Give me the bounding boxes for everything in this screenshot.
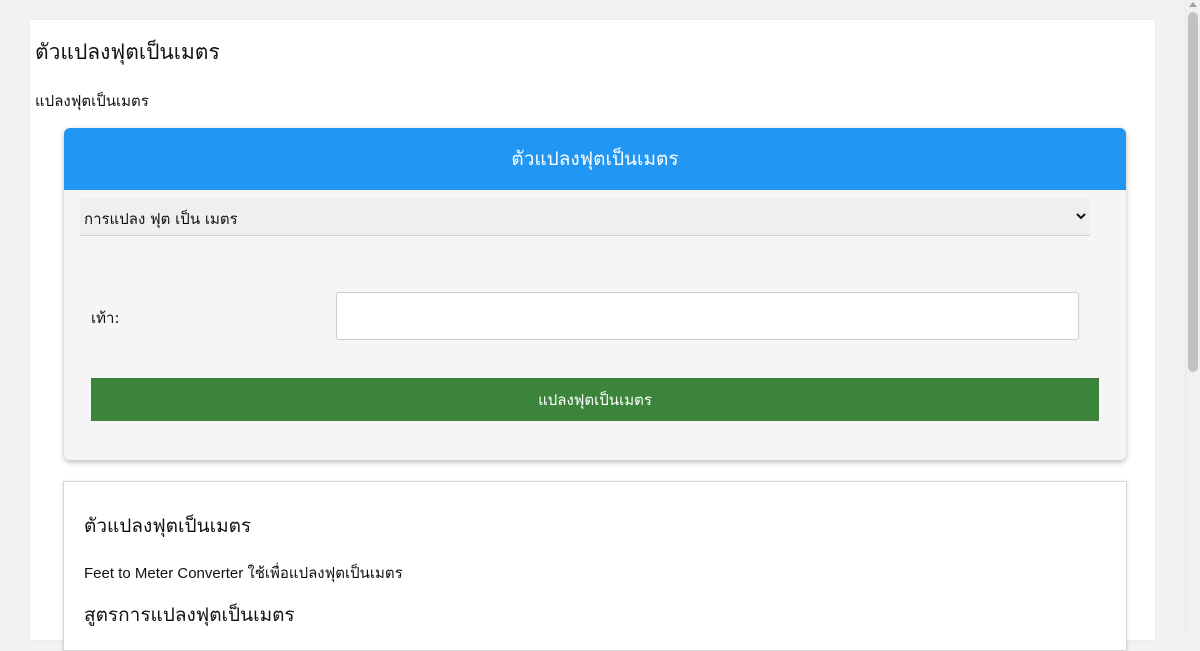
page-subtitle: แปลงฟุตเป็นเมตร (35, 92, 149, 110)
scroll-up-icon[interactable] (1189, 2, 1197, 7)
info-card: ตัวแปลงฟุตเป็นเมตร Feet to Meter Convert… (63, 481, 1127, 651)
info-description: Feet to Meter Converter ใช้เพื่อแปลงฟุตเ… (84, 565, 403, 582)
main-content: ตัวแปลงฟุตเป็นเมตร แปลงฟุตเป็นเมตร ตัวแป… (30, 20, 1155, 651)
feet-input[interactable] (336, 292, 1079, 340)
converter-header: ตัวแปลงฟุตเป็นเมตร (64, 128, 1126, 190)
chevron-down-icon (1076, 213, 1086, 220)
conversion-select[interactable]: การแปลง ฟุต เป็น เมตร (80, 198, 1090, 236)
page-title: ตัวแปลงฟุตเป็นเมตร (35, 40, 220, 64)
vertical-scrollbar[interactable] (1185, 0, 1200, 630)
converter-card: ตัวแปลงฟุตเป็นเมตร การแปลง ฟุต เป็น เมตร… (64, 128, 1126, 460)
formula-heading: สูตรการแปลงฟุตเป็นเมตร (84, 604, 295, 626)
conversion-select-value: การแปลง ฟุต เป็น เมตร (84, 210, 238, 228)
convert-button[interactable]: แปลงฟุตเป็นเมตร (91, 378, 1099, 421)
info-heading: ตัวแปลงฟุตเป็นเมตร (84, 515, 252, 537)
feet-label: เท้า: (91, 309, 120, 327)
scrollbar-thumb[interactable] (1188, 12, 1198, 372)
